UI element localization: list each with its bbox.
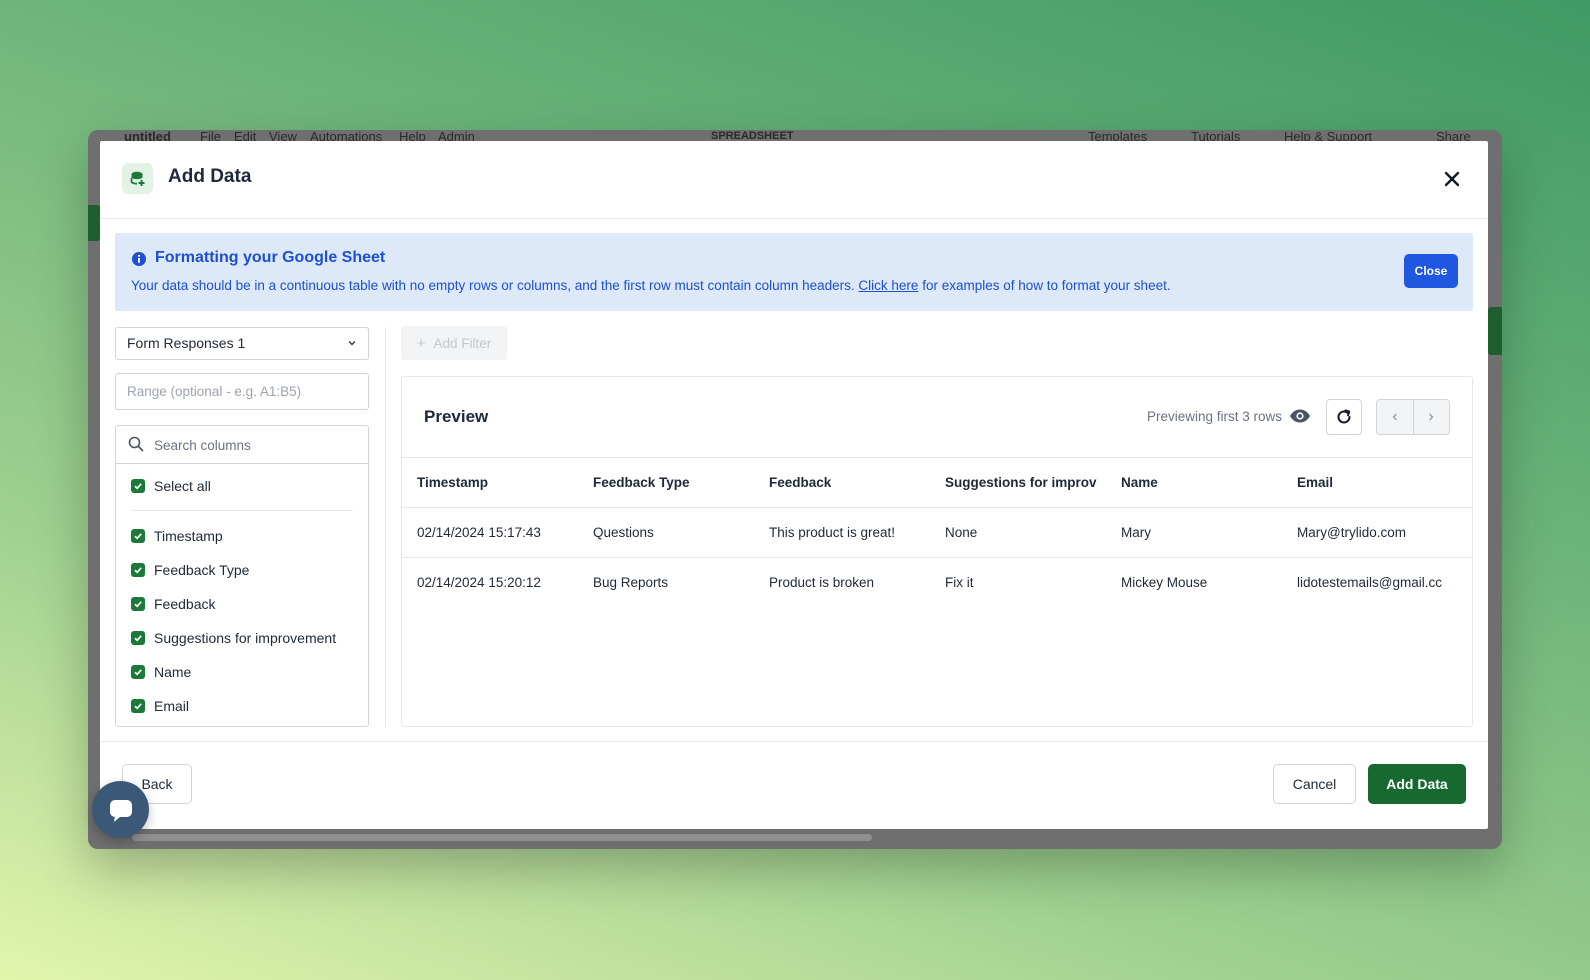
range-input[interactable] [115,373,369,410]
column-label: Suggestions for improvement [154,630,337,646]
next-page-button[interactable] [1414,400,1450,434]
column-label: Feedback [154,596,216,612]
chevron-right-icon [1429,413,1434,421]
select-all-divider [131,510,353,511]
preview-count: Previewing first 3 rows [1146,409,1282,424]
column-label: Name [154,664,192,680]
columns-panel: Select all Timestamp Feedback Type Feedb… [115,425,369,727]
eye-icon[interactable] [1289,408,1311,424]
search-columns-input[interactable] [152,434,356,456]
column-checkbox[interactable] [131,529,145,543]
table-cell: 02/14/2024 15:20:12 [417,575,541,590]
database-add-icon [122,163,153,194]
modal-header: Add Data [100,141,1488,219]
table-header-row: Timestamp Feedback Type Feedback Suggest… [402,457,1472,507]
table-header-cell: Suggestions for improv [945,475,1097,490]
table-header-cell: Name [1121,475,1158,490]
table-cell: Product is broken [769,575,875,590]
pager [1376,399,1450,435]
column-checkbox-row[interactable]: Feedback Type [131,560,249,580]
app-scrollbar [132,834,872,841]
chat-icon [109,799,132,822]
column-search [116,426,368,464]
column-checkbox-row[interactable]: Name [131,662,191,682]
chevron-down-icon [348,340,356,346]
table-header-cell: Feedback Type [593,475,690,490]
add-filter-button[interactable]: + Add Filter [401,326,507,360]
select-all-checkbox[interactable] [131,479,145,493]
column-checkbox[interactable] [131,563,145,577]
table-row: 02/14/2024 15:20:12 Bug Reports Product … [402,557,1472,607]
column-label: Email [154,698,190,714]
chevron-left-icon [1392,413,1397,421]
table-cell: 02/14/2024 15:17:43 [417,525,541,540]
previous-page-button[interactable] [1377,400,1414,434]
column-checkbox-row[interactable]: Feedback [131,594,215,614]
table-cell: Mary [1121,525,1151,540]
column-checkbox-row[interactable]: Email [131,696,189,716]
preview-title: Preview [424,407,489,426]
info-icon [132,252,146,266]
sheet-select[interactable]: Form Responses 1 [115,327,369,360]
plus-icon: + [416,334,426,352]
column-label: Timestamp [154,528,223,544]
close-icon[interactable] [1438,165,1466,193]
preview-card: Preview Previewing first 3 rows Timestam… [401,376,1473,727]
app-side-tab [1488,307,1502,355]
table-header-cell: Email [1297,475,1334,490]
column-checkbox[interactable] [131,631,145,645]
modal-footer: Back Cancel Add Data [100,741,1488,830]
banner-title: Formatting your Google Sheet [155,249,386,266]
add-data-button[interactable]: Add Data [1368,764,1466,804]
banner-close-button[interactable]: Close [1404,254,1458,288]
refresh-icon [1337,409,1351,424]
column-label: Feedback Type [154,562,250,578]
table-row: 02/14/2024 15:17:43 Questions This produ… [402,507,1472,557]
search-icon [128,436,144,452]
table-cell: This product is great! [769,525,896,540]
table-cell: lidotestemails@gmail.cc [1297,575,1442,590]
formatting-info-banner: Formatting your Google Sheet Your data s… [115,233,1473,311]
select-all-label: Select all [154,478,211,494]
modal-title: Add Data [168,166,252,187]
table-cell: Mary@trylido.com [1297,525,1406,540]
chat-support-button[interactable] [92,781,149,838]
table-cell: Fix it [945,575,974,590]
column-checkbox[interactable] [131,665,145,679]
refresh-button[interactable] [1326,399,1362,435]
preview-table: Timestamp Feedback Type Feedback Suggest… [402,457,1472,607]
column-checkbox[interactable] [131,699,145,713]
column-checkbox[interactable] [131,597,145,611]
table-header-cell: Timestamp [417,475,489,490]
table-cell: None [945,525,978,540]
table-cell: Bug Reports [593,575,669,590]
column-checkbox-row[interactable]: Timestamp [131,526,223,546]
add-data-modal: Add Data Formatting your Google Sheet Yo… [100,141,1488,829]
select-all-checkbox-row[interactable]: Select all [131,476,211,496]
table-header-cell: Feedback [769,475,832,490]
banner-text-before: Your data should be in a continuous tabl… [131,278,855,293]
table-cell: Mickey Mouse [1121,575,1208,590]
banner-text-after: for examples of how to format your sheet… [922,278,1171,293]
add-filter-label: Add Filter [433,335,492,351]
app-side-button [88,205,100,241]
panel-divider [385,327,386,727]
column-checkbox-row[interactable]: Suggestions for improvement [131,628,336,648]
sheet-select-value: Form Responses 1 [127,335,246,351]
banner-click-here-link[interactable]: Click here [858,278,918,293]
table-cell: Questions [593,525,654,540]
cancel-button[interactable]: Cancel [1273,764,1356,804]
banner-body: Your data should be in a continuous tabl… [131,278,1171,293]
